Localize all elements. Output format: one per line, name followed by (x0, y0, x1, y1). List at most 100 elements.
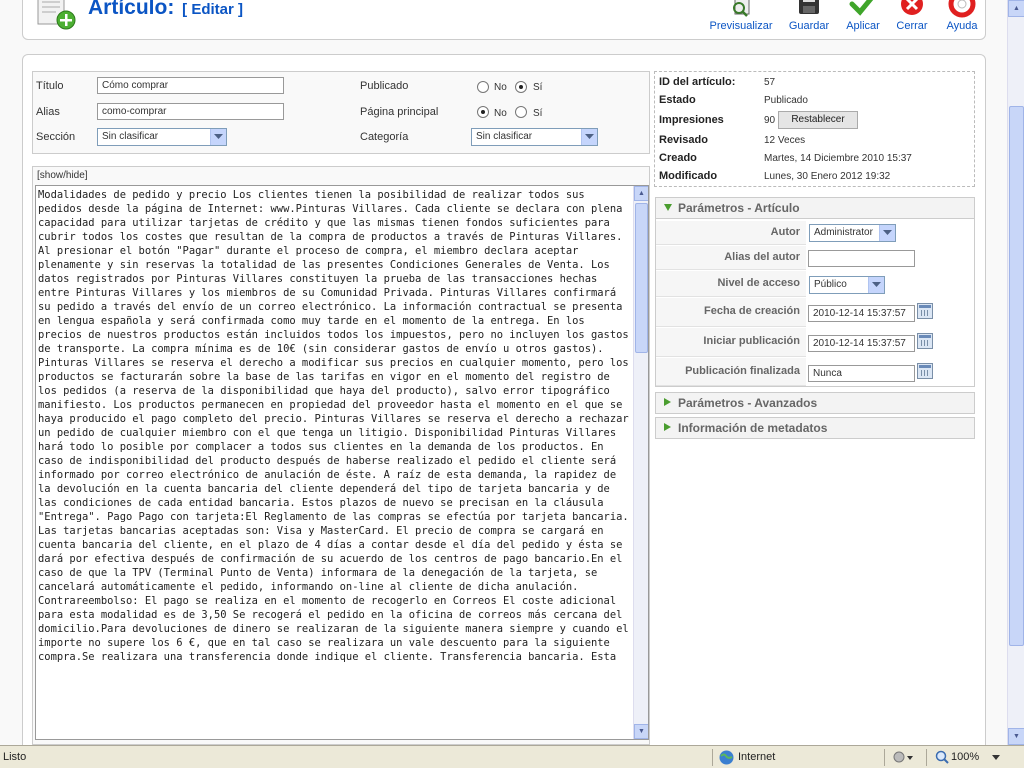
publish-down-label: Publicación finalizada (656, 358, 806, 386)
page-scrollbar[interactable]: ▲ ▼ (1007, 0, 1024, 745)
chevron-down-icon (210, 129, 226, 145)
expand-right-icon (664, 423, 671, 431)
expand-right-icon (664, 398, 671, 406)
frontpage-no-radio[interactable] (477, 106, 489, 118)
published-yes-label: Sí (533, 82, 543, 93)
revised-label: Revisado (659, 134, 708, 146)
save-button-label: Guardar (788, 20, 830, 32)
zoom-level[interactable]: 100% (951, 751, 979, 763)
preview-icon (733, 0, 750, 17)
alias-input[interactable]: como-comprar (97, 103, 284, 120)
chevron-down-icon (868, 277, 884, 293)
status-bar: Listo Internet 100% (0, 745, 1024, 768)
protected-mode-icon[interactable] (892, 751, 914, 764)
help-button-label: Ayuda (946, 20, 978, 32)
author-select-value: Administrator (814, 227, 873, 238)
created-value: Martes, 14 Diciembre 2010 15:37 (764, 153, 912, 164)
access-level-label: Nivel de acceso (656, 271, 806, 297)
preview-button[interactable]: Previsualizar (709, 0, 773, 32)
page-scroll-thumb[interactable] (1009, 106, 1024, 646)
modified-value: Lunes, 30 Enero 2012 19:32 (764, 171, 891, 182)
chevron-down-icon (879, 225, 895, 241)
access-level-select-value: Público (814, 279, 847, 290)
category-label: Categoría (360, 131, 409, 143)
chevron-down-icon (581, 129, 597, 145)
reset-hits-button[interactable]: Restablecer (778, 111, 858, 129)
close-button[interactable]: Cerrar (895, 0, 929, 32)
help-icon (948, 0, 976, 18)
show-hide-editor-link[interactable]: [show/hide] (37, 170, 88, 181)
created-date-label: Fecha de creación (656, 298, 806, 327)
expand-down-icon (664, 204, 672, 211)
section-label: Sección (36, 131, 76, 143)
title-label: Título (36, 80, 64, 92)
article-text-content[interactable]: Modalidades de pedido y precio Los clien… (38, 188, 632, 664)
article-id-value: 57 (764, 77, 776, 88)
status-text: Listo (3, 751, 27, 763)
article-params-panel-header[interactable]: Parámetros - Artículo (655, 197, 975, 219)
status-label: Estado (659, 94, 696, 106)
metadata-panel-title: Información de metadatos (678, 421, 828, 435)
created-date-input[interactable]: 2010-12-14 15:37:57 (808, 305, 915, 322)
scroll-down-icon[interactable]: ▼ (634, 724, 648, 739)
frontpage-label: Página principal (360, 106, 439, 118)
frontpage-yes-label: Sí (533, 108, 543, 119)
status-divider (712, 749, 713, 766)
preview-button-label: Previsualizar (709, 20, 773, 32)
modified-label: Modificado (659, 170, 718, 182)
close-button-label: Cerrar (896, 20, 928, 32)
scroll-up-icon[interactable]: ▲ (634, 186, 648, 201)
article-text-editor[interactable]: Modalidades de pedido y precio Los clien… (35, 185, 649, 740)
editor-scrollbar[interactable]: ▲ ▼ (633, 186, 648, 739)
chevron-down-icon[interactable] (992, 755, 1000, 760)
access-level-select[interactable]: Público (809, 276, 885, 294)
calendar-icon[interactable] (917, 303, 933, 319)
apply-button-label: Aplicar (846, 20, 880, 32)
author-alias-input[interactable] (808, 250, 915, 267)
article-add-icon (37, 0, 76, 30)
scroll-up-icon[interactable]: ▲ (1008, 0, 1024, 17)
author-alias-label: Alias del autor (656, 246, 806, 270)
author-label: Autor (656, 221, 806, 245)
frontpage-yes-radio[interactable] (515, 106, 527, 118)
publish-down-input[interactable]: Nunca (808, 365, 915, 382)
section-select[interactable]: Sin clasificar (97, 128, 227, 146)
revised-value: 12 Veces (764, 135, 806, 146)
status-value: Publicado (764, 95, 808, 106)
title-input[interactable]: Cómo comprar (97, 77, 284, 94)
published-no-radio[interactable] (477, 81, 489, 93)
browser-viewport: Artículo: [ Editar ] Previsualizar Guard… (0, 0, 1007, 745)
hits-label: Impresiones (659, 114, 724, 126)
frontpage-no-label: No (494, 108, 507, 119)
publish-up-input[interactable]: 2010-12-14 15:37:57 (808, 335, 915, 352)
created-label: Creado (659, 152, 697, 164)
article-params-panel-title: Parámetros - Artículo (678, 201, 800, 215)
publish-up-label: Iniciar publicación (656, 328, 806, 357)
metadata-panel-header[interactable]: Información de metadatos (655, 417, 975, 439)
alias-label: Alias (36, 106, 60, 118)
status-divider (926, 749, 927, 766)
internet-zone-icon (719, 750, 734, 765)
editor-scroll-thumb[interactable] (635, 203, 648, 353)
hits-value: 90 (764, 115, 776, 126)
author-select[interactable]: Administrator (809, 224, 896, 242)
scroll-down-icon[interactable]: ▼ (1008, 728, 1024, 745)
help-button[interactable]: Ayuda (944, 0, 980, 32)
published-label: Publicado (360, 80, 409, 92)
apply-button[interactable]: Aplicar (845, 0, 881, 32)
published-yes-radio[interactable] (515, 81, 527, 93)
section-select-value: Sin clasificar (102, 131, 159, 142)
advanced-params-panel-title: Parámetros - Avanzados (678, 396, 818, 410)
calendar-icon[interactable] (917, 363, 933, 379)
save-button[interactable]: Guardar (788, 0, 830, 32)
apply-icon (849, 0, 874, 16)
page-title-action: [ Editar ] (182, 1, 244, 18)
advanced-params-panel-header[interactable]: Parámetros - Avanzados (655, 392, 975, 414)
save-icon (799, 0, 819, 14)
close-icon (901, 0, 923, 15)
calendar-icon[interactable] (917, 333, 933, 349)
article-id-label: ID del artículo: (659, 76, 736, 88)
category-select[interactable]: Sin clasificar (471, 128, 598, 146)
status-divider (884, 749, 885, 766)
category-select-value: Sin clasificar (476, 131, 533, 142)
